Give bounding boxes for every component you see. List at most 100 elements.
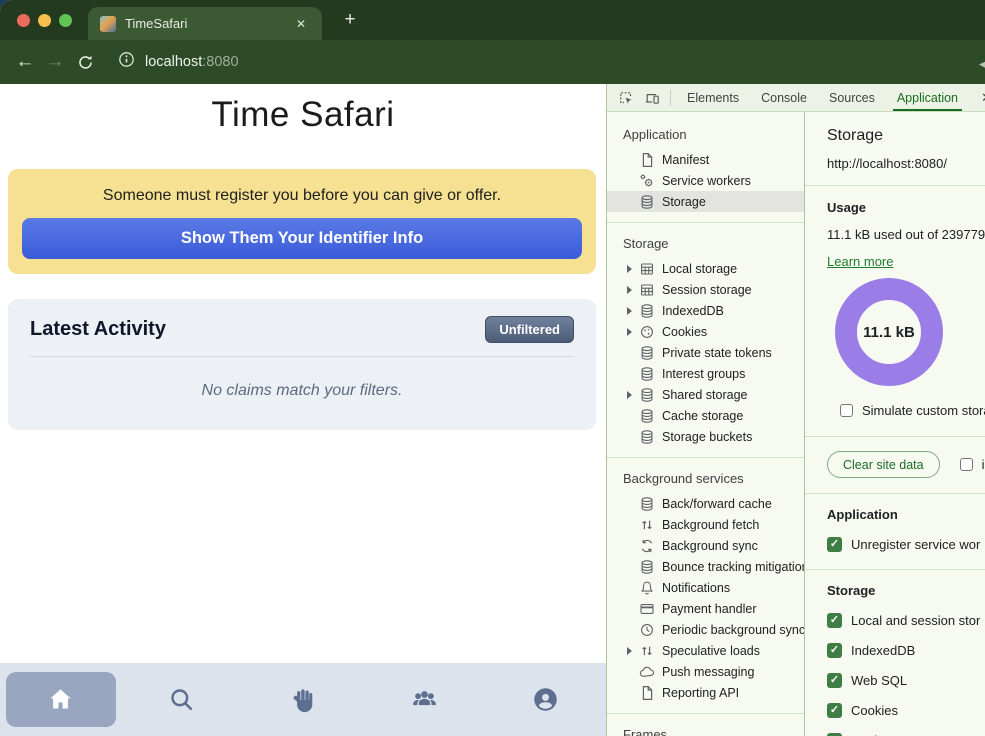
registration-alert: Someone must register you before you can… [8,169,596,274]
home-nav-button[interactable] [6,672,116,727]
tree-section-title: Application [607,118,804,149]
devtools-tab-application[interactable]: Application [886,84,969,111]
tree-item-shared-storage[interactable]: Shared storage [607,384,804,405]
tree-item-service-workers[interactable]: Service workers [607,170,804,191]
tree-section-application: ApplicationManifestService workersStorag… [607,114,804,222]
expand-arrow-icon[interactable] [627,307,639,315]
tree-item-notifications[interactable]: Notifications [607,577,804,598]
empty-claims-text: No claims match your filters. [30,382,574,400]
tree-item-speculative-loads[interactable]: Speculative loads [607,640,804,661]
person-nav-button[interactable] [521,676,569,724]
tree-item-background-sync[interactable]: Background sync [607,535,804,556]
tree-item-private-state-tokens[interactable]: Private state tokens [607,342,804,363]
learn-more-link[interactable]: Learn more [827,254,893,269]
tree-item-periodic-background-sync[interactable]: Periodic background sync [607,619,804,640]
home-icon [47,686,74,713]
tree-item-interest-groups[interactable]: Interest groups [607,363,804,384]
reload-button[interactable] [70,47,100,77]
include-checkbox[interactable] [960,458,973,471]
expand-arrow-icon[interactable] [627,328,639,336]
clear-site-data-button[interactable]: Clear site data [827,451,940,478]
inspect-element-icon[interactable] [613,86,639,110]
minimize-window-button[interactable] [38,14,51,27]
devtools-tree: ApplicationManifestService workersStorag… [607,112,805,736]
hand-nav-button[interactable] [279,676,327,724]
expand-arrow-icon[interactable] [627,265,639,273]
tree-section-background-services: Background servicesBack/forward cacheBac… [607,457,804,713]
tree-item-session-storage[interactable]: Session storage [607,279,804,300]
tab-close-icon[interactable]: ✕ [292,15,310,33]
title-bar: TimeSafari ✕ + [0,0,985,40]
expand-arrow-icon[interactable] [627,391,639,399]
device-toolbar-icon[interactable] [639,86,665,110]
storage-panel: Storage http://localhost:8080/ Usage 11.… [805,112,985,736]
url-host: localhost [145,54,202,70]
back-button[interactable]: ← [10,47,40,77]
devtools-tabs: ElementsConsoleSourcesApplication [676,84,981,111]
search-nav-button[interactable] [158,676,206,724]
tree-item-label: Shared storage [662,388,747,402]
storage-checkbox-web-sql[interactable]: ✓ [827,673,842,688]
devtools-tab-console[interactable]: Console [750,84,818,111]
address-bar: ← → localhost:8080 [0,40,985,84]
forward-button[interactable]: → [40,47,70,77]
storage-checkbox-local-and-session-stor[interactable]: ✓ [827,613,842,628]
url-port: :8080 [202,54,238,70]
tree-item-label: Payment handler [662,602,757,616]
tree-section-frames: Framestop [607,713,804,736]
tree-item-cache-storage[interactable]: Cache storage [607,405,804,426]
new-tab-button[interactable]: + [338,9,362,33]
storage-checkbox-cookies[interactable]: ✓ [827,703,842,718]
tree-item-back-forward-cache[interactable]: Back/forward cache [607,493,804,514]
close-window-button[interactable] [17,14,30,27]
storage-label: Cookies [851,703,898,718]
unfiltered-button[interactable]: Unfiltered [485,316,574,343]
tree-item-storage-buckets[interactable]: Storage buckets [607,426,804,447]
tree-item-background-fetch[interactable]: Background fetch [607,514,804,535]
simulate-quota-checkbox[interactable] [840,404,853,417]
database-icon [639,303,655,319]
show-identifier-info-button[interactable]: Show Them Your Identifier Info [22,218,582,259]
include-checkbox-label: in [982,457,985,472]
page-title: Time Safari [0,95,606,135]
tree-section-title: Frames [607,718,804,736]
browser-tab[interactable]: TimeSafari ✕ [88,7,322,40]
nav-item-people [364,663,485,736]
people-nav-button[interactable] [400,676,448,724]
expand-arrow-icon[interactable] [627,647,639,655]
tree-item-push-messaging[interactable]: Push messaging [607,661,804,682]
application-section-heading: Application [827,507,985,522]
tree-item-reporting-api[interactable]: Reporting API [607,682,804,703]
donut-value-label: 11.1 kB [834,277,944,387]
nav-item-search [121,663,242,736]
table-icon [639,282,655,298]
tree-item-manifest[interactable]: Manifest [607,149,804,170]
tree-item-payment-handler[interactable]: Payment handler [607,598,804,619]
tree-item-storage[interactable]: Storage [607,191,804,212]
traffic-lights [17,14,72,27]
tree-item-label: Storage buckets [662,430,752,444]
storage-label: Local and session stor [851,613,980,628]
tree-item-label: Private state tokens [662,346,772,360]
site-info-icon[interactable] [118,51,135,73]
tree-item-bounce-tracking-mitigation[interactable]: Bounce tracking mitigation [607,556,804,577]
document-icon [639,152,655,168]
devtools-tab-elements[interactable]: Elements [676,84,750,111]
page-viewport: Time Safari Someone must register you be… [0,84,606,736]
storage-checkbox-indexeddb[interactable]: ✓ [827,643,842,658]
omnibox[interactable]: localhost:8080 [118,51,239,73]
application-checkbox-unregister-service-wor[interactable]: ✓ [827,537,842,552]
gears-icon [639,173,655,189]
search-icon [168,686,195,713]
zoom-window-button[interactable] [59,14,72,27]
more-panels-icon[interactable]: ✕ [981,90,985,106]
updown-icon [639,517,655,533]
tree-item-cookies[interactable]: Cookies [607,321,804,342]
tree-item-local-storage[interactable]: Local storage [607,258,804,279]
devtools-tab-sources[interactable]: Sources [818,84,886,111]
storage-label: Web SQL [851,673,907,688]
tree-item-label: Speculative loads [662,644,760,658]
expand-arrow-icon[interactable] [627,286,639,294]
database-icon [639,559,655,575]
tree-item-indexeddb[interactable]: IndexedDB [607,300,804,321]
